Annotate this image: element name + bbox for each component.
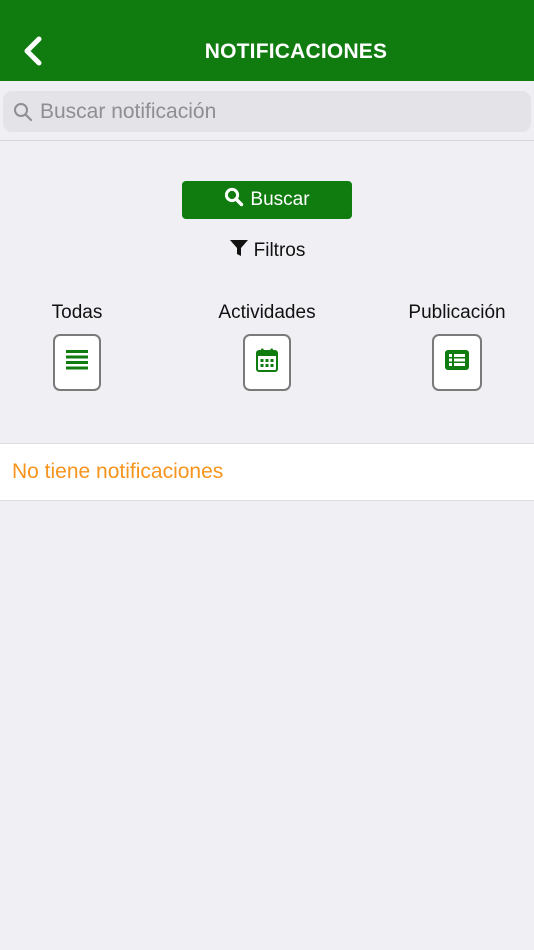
category-publicacion: Publicación bbox=[387, 302, 527, 391]
search-icon bbox=[224, 187, 244, 213]
list-lines-icon bbox=[65, 349, 89, 376]
search-bar[interactable] bbox=[3, 91, 531, 132]
page-title: NOTIFICACIONES bbox=[204, 40, 388, 63]
category-publicacion-button[interactable] bbox=[432, 334, 482, 391]
category-todas-button[interactable] bbox=[53, 334, 101, 391]
empty-state-message: No tiene notificaciones bbox=[12, 460, 224, 483]
category-actividades: Actividades bbox=[197, 302, 337, 391]
search-bar-container bbox=[0, 81, 534, 141]
list-card-icon bbox=[445, 350, 469, 375]
category-actividades-button[interactable] bbox=[243, 334, 291, 391]
category-label: Todas bbox=[51, 302, 103, 323]
category-label: Actividades bbox=[218, 302, 316, 323]
category-label: Publicación bbox=[408, 302, 506, 323]
search-button-label: Buscar bbox=[250, 189, 310, 210]
search-input[interactable] bbox=[40, 99, 510, 124]
calendar-icon bbox=[256, 348, 278, 377]
search-icon bbox=[13, 102, 33, 122]
search-button[interactable]: Buscar bbox=[182, 181, 352, 219]
category-todas: Todas bbox=[7, 302, 147, 391]
filters-button[interactable]: Filtros bbox=[0, 238, 534, 264]
empty-state-row: No tiene notificaciones bbox=[0, 443, 534, 501]
filters-label: Filtros bbox=[253, 240, 306, 261]
filter-icon bbox=[229, 238, 249, 264]
navigation-bar: NOTIFICACIONES bbox=[0, 0, 534, 81]
